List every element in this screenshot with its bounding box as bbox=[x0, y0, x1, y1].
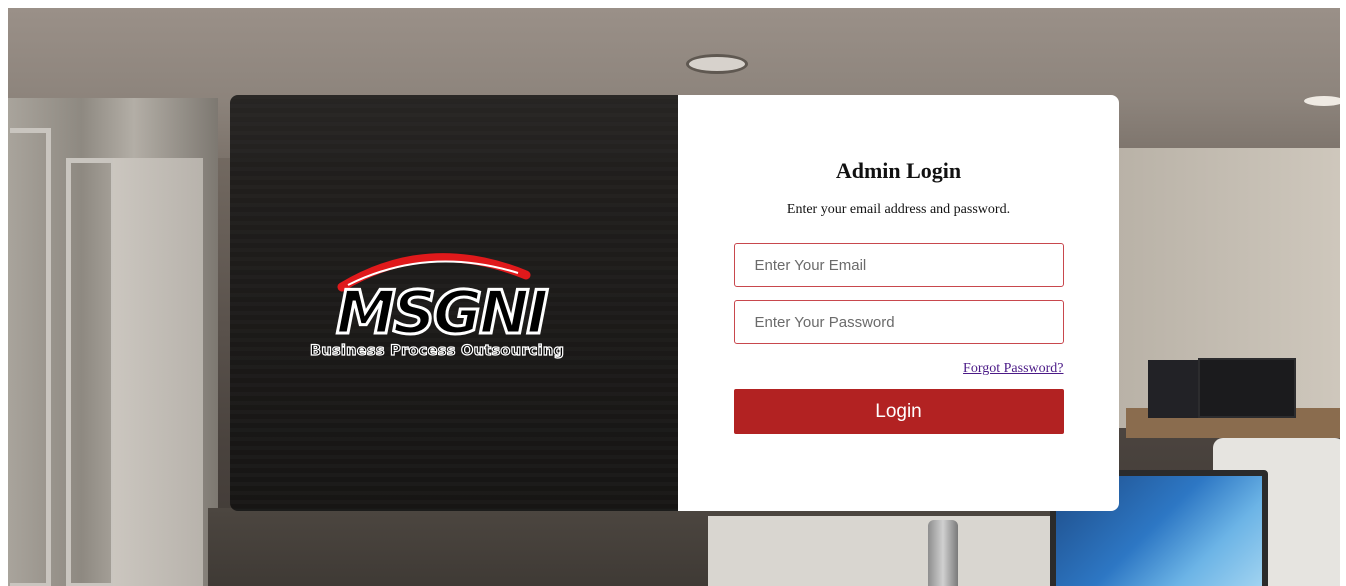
computer-tower bbox=[1148, 360, 1198, 418]
water-bottle bbox=[928, 520, 958, 586]
brand-panel: MSGNI Business Process Outsourcing bbox=[230, 95, 678, 511]
ceiling-light bbox=[1304, 96, 1340, 106]
forgot-password-row: Forgot Password? bbox=[734, 359, 1063, 377]
forgot-password-link[interactable]: Forgot Password? bbox=[963, 361, 1063, 376]
msgni-logo: MSGNI Business Process Outsourcing bbox=[309, 253, 565, 360]
door-frame bbox=[10, 128, 51, 586]
svg-text:MSGNI: MSGNI bbox=[336, 278, 548, 348]
login-form-panel: Admin Login Enter your email address and… bbox=[678, 95, 1119, 511]
svg-text:Business Process Outsourcing: Business Process Outsourcing bbox=[310, 343, 564, 359]
white-desk bbox=[708, 516, 1068, 586]
email-field[interactable] bbox=[733, 243, 1064, 287]
login-card: MSGNI Business Process Outsourcing Admin… bbox=[230, 95, 1119, 511]
pillar bbox=[113, 158, 203, 586]
login-button[interactable]: Login bbox=[733, 389, 1064, 434]
password-field[interactable] bbox=[733, 300, 1064, 344]
ceiling-light bbox=[686, 54, 748, 74]
login-instructions: Enter your email address and password. bbox=[786, 202, 1011, 217]
door-frame bbox=[66, 158, 116, 586]
monitor bbox=[1198, 358, 1296, 418]
page-title: Admin Login bbox=[835, 158, 962, 183]
